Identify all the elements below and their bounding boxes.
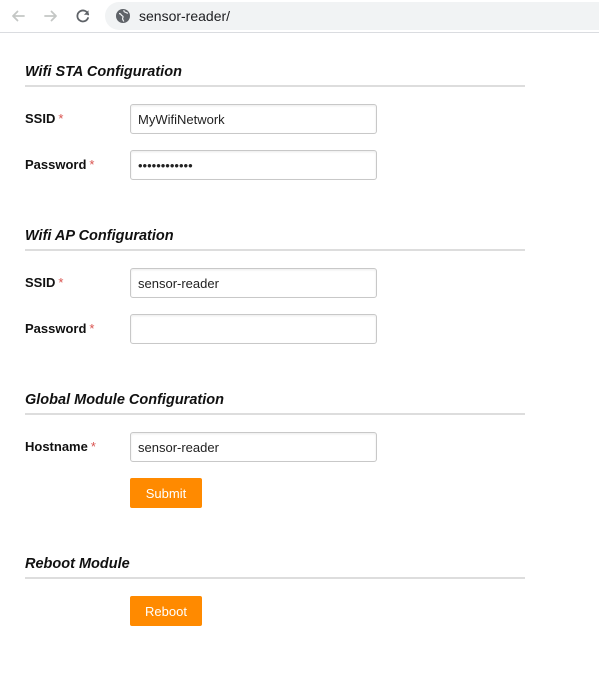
ap-ssid-input[interactable] [130, 268, 377, 298]
sta-ssid-label-text: SSID [25, 111, 56, 126]
global-section: Global Module Configuration [25, 391, 525, 415]
sta-password-label-text: Password [25, 157, 87, 172]
reboot-section: Reboot Module [25, 555, 525, 579]
ap-section: Wifi AP Configuration [25, 227, 525, 251]
back-arrow-icon[interactable] [7, 5, 29, 27]
required-mark: * [89, 321, 95, 336]
ap-password-input[interactable] [130, 314, 377, 344]
reload-icon[interactable] [72, 5, 94, 27]
required-mark: * [89, 157, 95, 172]
sta-ssid-input[interactable] [130, 104, 377, 134]
ap-password-label: Password * [25, 321, 94, 336]
browser-toolbar: sensor-reader/ [0, 0, 599, 33]
reboot-section-title: Reboot Module [25, 555, 525, 579]
ap-ssid-label: SSID * [25, 275, 63, 290]
hostname-label-text: Hostname [25, 439, 88, 454]
sta-ssid-label: SSID * [25, 111, 63, 126]
sta-section: Wifi STA Configuration [25, 63, 525, 87]
ap-section-title: Wifi AP Configuration [25, 227, 525, 251]
ap-password-label-text: Password [25, 321, 87, 336]
sta-password-row: Password * [25, 150, 525, 180]
required-mark: * [58, 111, 64, 126]
ap-password-row: Password * [25, 314, 525, 344]
sta-section-title: Wifi STA Configuration [25, 63, 525, 87]
sta-ssid-row: SSID * [25, 104, 525, 134]
sta-password-label: Password * [25, 157, 94, 172]
ap-ssid-label-text: SSID [25, 275, 56, 290]
required-mark: * [58, 275, 64, 290]
url-text[interactable]: sensor-reader/ [139, 8, 230, 24]
global-section-title: Global Module Configuration [25, 391, 525, 415]
required-mark: * [90, 439, 96, 454]
hostname-input[interactable] [130, 432, 377, 462]
sta-password-input[interactable] [130, 150, 377, 180]
ap-ssid-row: SSID * [25, 268, 525, 298]
reboot-button[interactable]: Reboot [130, 596, 202, 626]
address-bar[interactable]: sensor-reader/ [105, 2, 599, 30]
submit-button[interactable]: Submit [130, 478, 202, 508]
forward-arrow-icon[interactable] [40, 5, 62, 27]
globe-icon[interactable] [115, 8, 131, 24]
hostname-label: Hostname * [25, 439, 96, 454]
hostname-row: Hostname * [25, 432, 525, 462]
